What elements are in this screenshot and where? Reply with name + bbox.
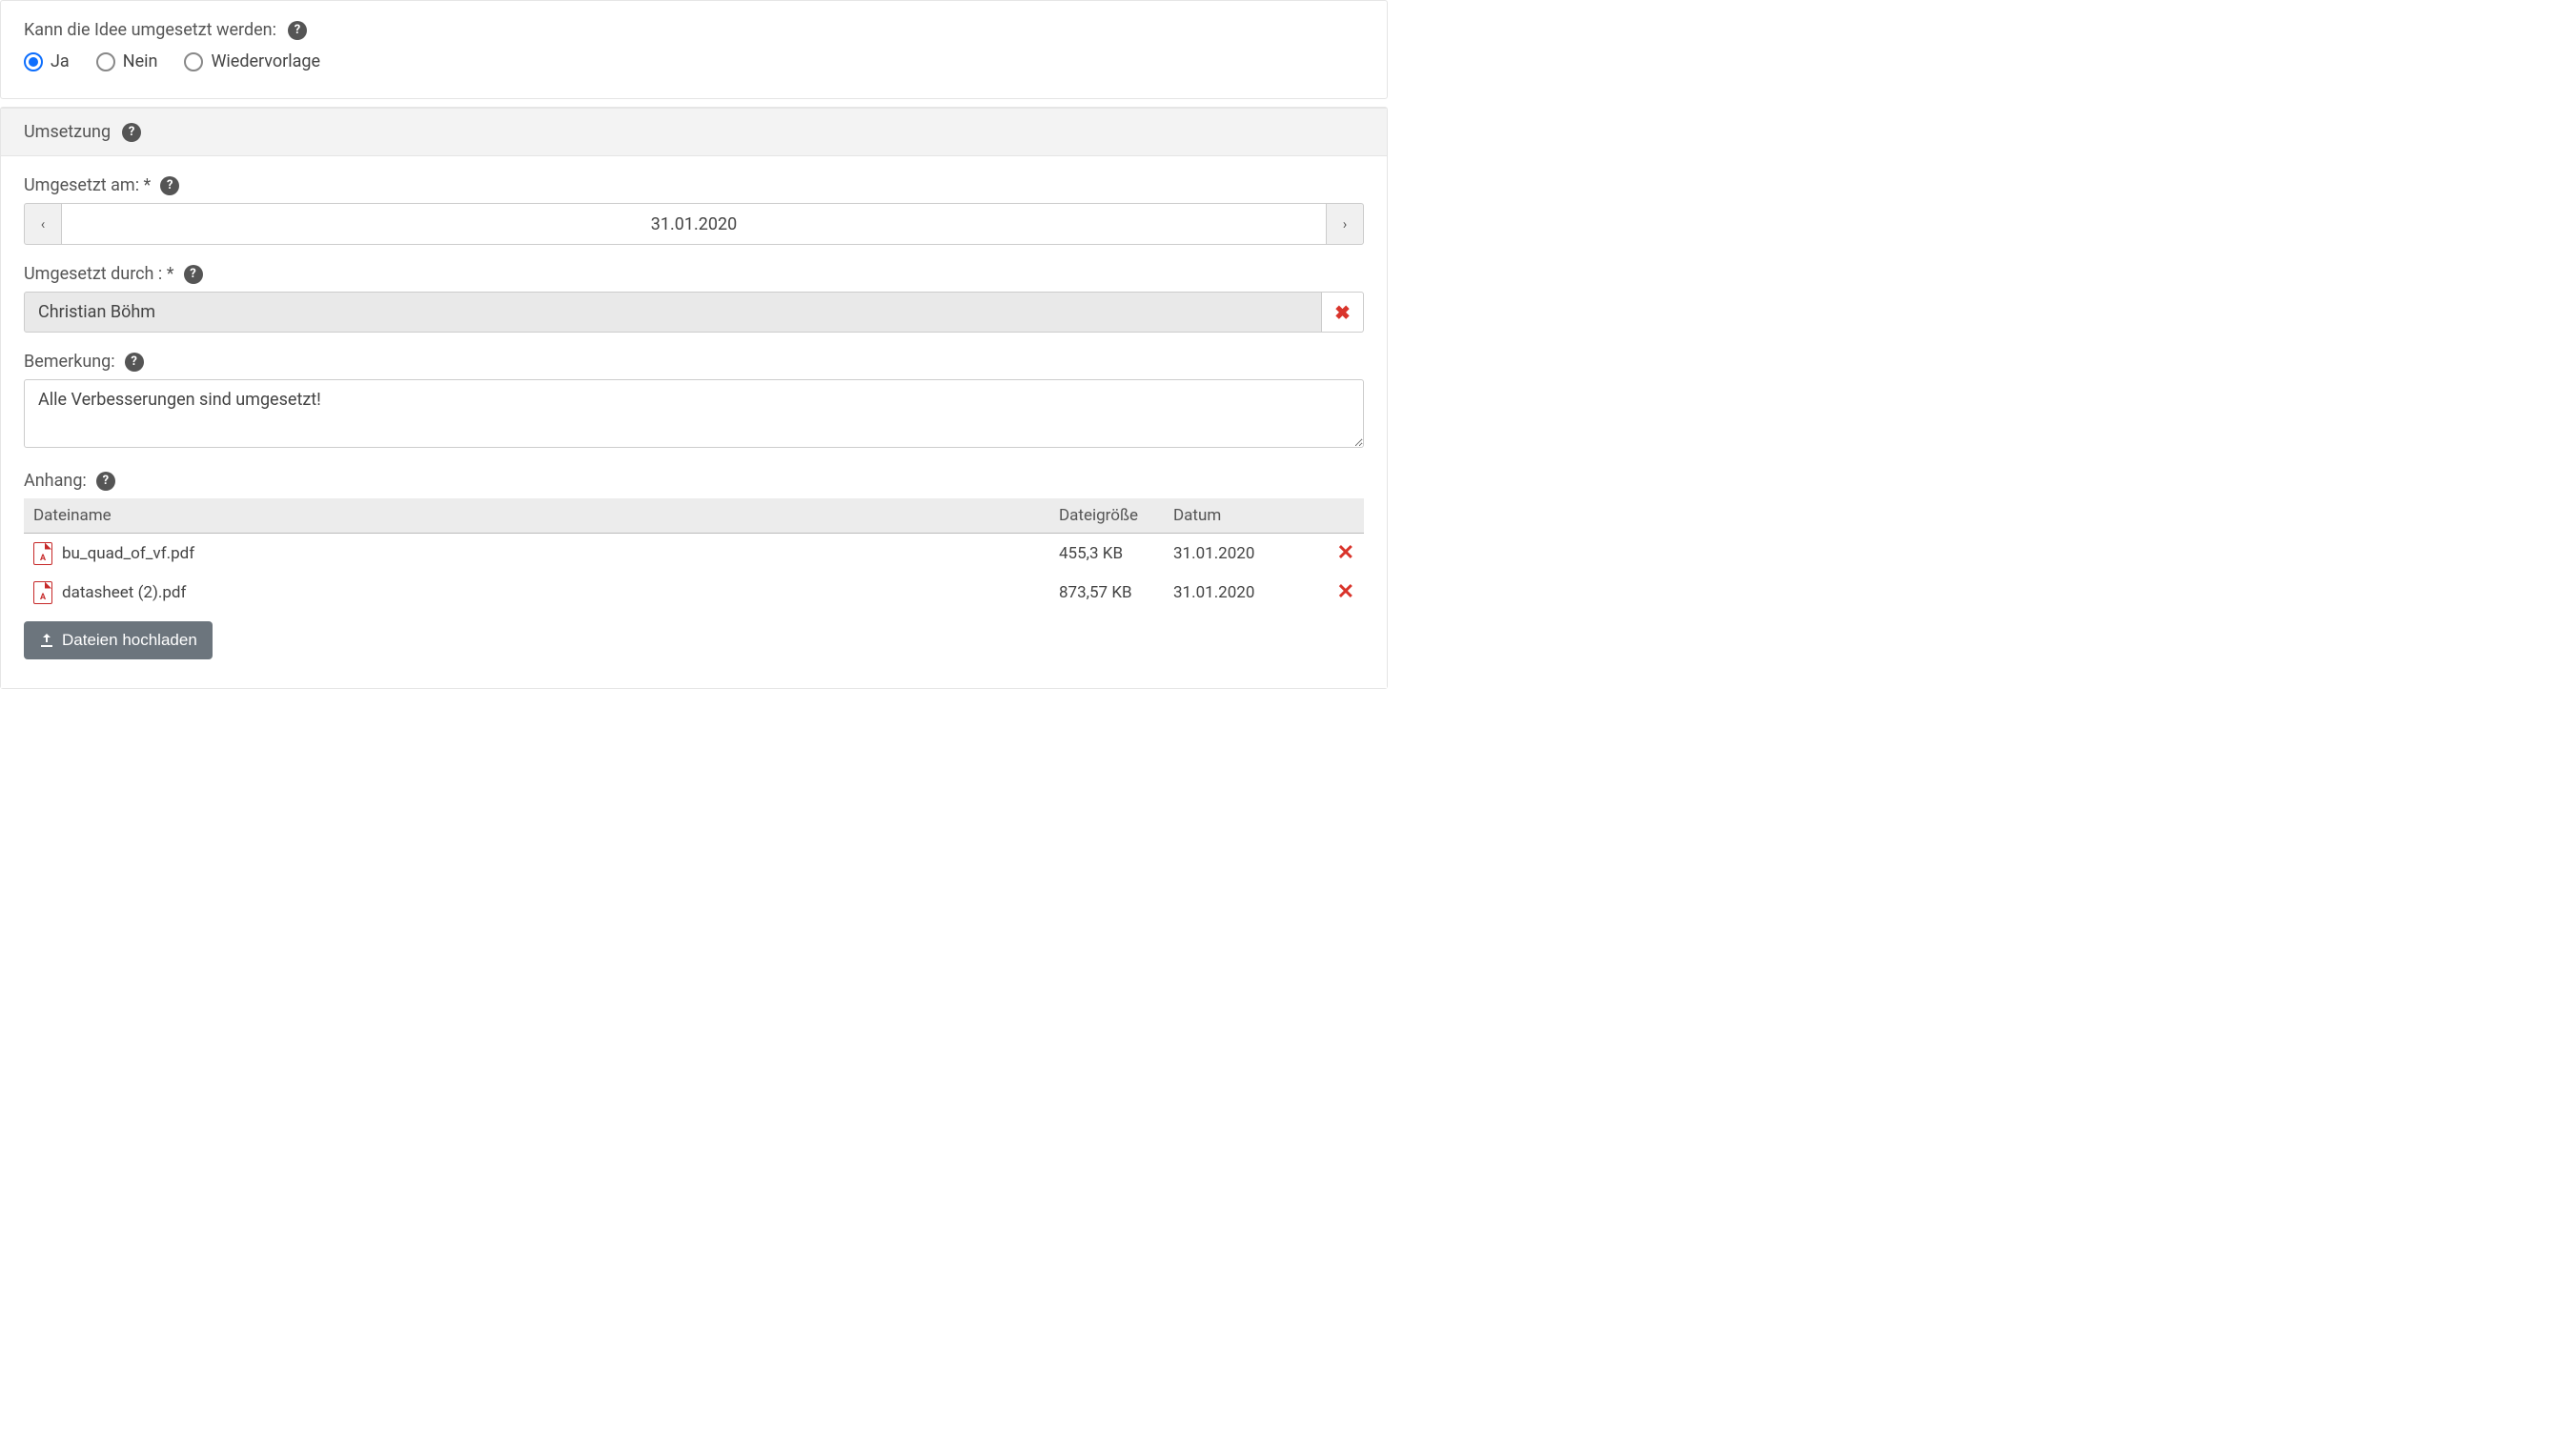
close-icon: ✕	[1337, 541, 1354, 565]
help-icon[interactable]: ?	[288, 21, 307, 40]
implementation-card: Umsetzung ? Umgesetzt am: * ? ‹ 31.01.20…	[0, 107, 1388, 689]
radio-icon	[96, 52, 115, 71]
implemented-by-value[interactable]: Christian Böhm	[24, 292, 1322, 333]
help-icon[interactable]: ?	[160, 176, 179, 195]
help-icon[interactable]: ?	[184, 265, 203, 284]
feasibility-radio-group: Ja Nein Wiedervorlage	[24, 51, 1364, 71]
radio-label-resubmission: Wiedervorlage	[211, 51, 320, 71]
remove-person-button[interactable]: ✖	[1322, 292, 1364, 333]
radio-label-yes: Ja	[51, 51, 70, 71]
note-textarea[interactable]	[24, 379, 1364, 448]
date-prev-button[interactable]: ‹	[24, 203, 62, 245]
implemented-by-label: Umgesetzt durch : *	[24, 264, 174, 284]
close-icon: ✕	[1337, 580, 1354, 604]
table-row: bu_quad_of_vf.pdf 455,3 KB31.01.2020 ✕	[24, 534, 1364, 574]
help-icon[interactable]: ?	[96, 472, 115, 491]
radio-option-no[interactable]: Nein	[96, 51, 158, 71]
delete-file-button[interactable]: ✕	[1337, 580, 1354, 604]
implemented-date-value[interactable]: 31.01.2020	[62, 203, 1326, 245]
chevron-left-icon: ‹	[41, 215, 46, 233]
implementation-title: Umsetzung	[24, 122, 111, 142]
attachments-table: Dateiname Dateigröße Datum bu_quad_of_vf…	[24, 498, 1364, 612]
pdf-icon	[33, 581, 52, 604]
table-row: datasheet (2).pdf 873,57 KB31.01.2020 ✕	[24, 573, 1364, 612]
help-icon[interactable]: ?	[125, 353, 144, 372]
close-icon: ✖	[1334, 301, 1351, 324]
file-name[interactable]: bu_quad_of_vf.pdf	[62, 544, 194, 563]
radio-label-no: Nein	[123, 51, 158, 71]
implemented-date-label: Umgesetzt am: *	[24, 175, 151, 195]
radio-icon	[184, 52, 203, 71]
radio-icon	[24, 52, 43, 71]
help-icon[interactable]: ?	[122, 123, 141, 142]
radio-option-yes[interactable]: Ja	[24, 51, 70, 71]
implementation-header: Umsetzung ?	[1, 108, 1387, 156]
date-next-button[interactable]: ›	[1326, 203, 1364, 245]
feasibility-question-label: Kann die Idee umgesetzt werden:	[24, 20, 276, 40]
col-date: Datum	[1164, 498, 1316, 534]
radio-option-resubmission[interactable]: Wiedervorlage	[184, 51, 320, 71]
upload-button-label: Dateien hochladen	[62, 631, 197, 650]
attachment-label: Anhang:	[24, 471, 87, 491]
implemented-by-row: Christian Böhm ✖	[24, 292, 1364, 333]
upload-icon	[39, 633, 54, 648]
pdf-icon	[33, 542, 52, 565]
chevron-right-icon: ›	[1343, 215, 1348, 233]
upload-button[interactable]: Dateien hochladen	[24, 621, 213, 659]
feasibility-card: Kann die Idee umgesetzt werden: ? Ja Nei…	[0, 0, 1388, 99]
file-date: 31.01.2020	[1164, 534, 1316, 574]
note-label: Bemerkung:	[24, 352, 115, 372]
file-date: 31.01.2020	[1164, 573, 1316, 612]
file-size: 455,3 KB	[1049, 534, 1164, 574]
file-size: 873,57 KB	[1049, 573, 1164, 612]
col-filesize: Dateigröße	[1049, 498, 1164, 534]
col-delete	[1316, 498, 1364, 534]
file-name[interactable]: datasheet (2).pdf	[62, 583, 186, 602]
date-stepper: ‹ 31.01.2020 ›	[24, 203, 1364, 245]
col-filename: Dateiname	[24, 498, 1049, 534]
delete-file-button[interactable]: ✕	[1337, 541, 1354, 565]
